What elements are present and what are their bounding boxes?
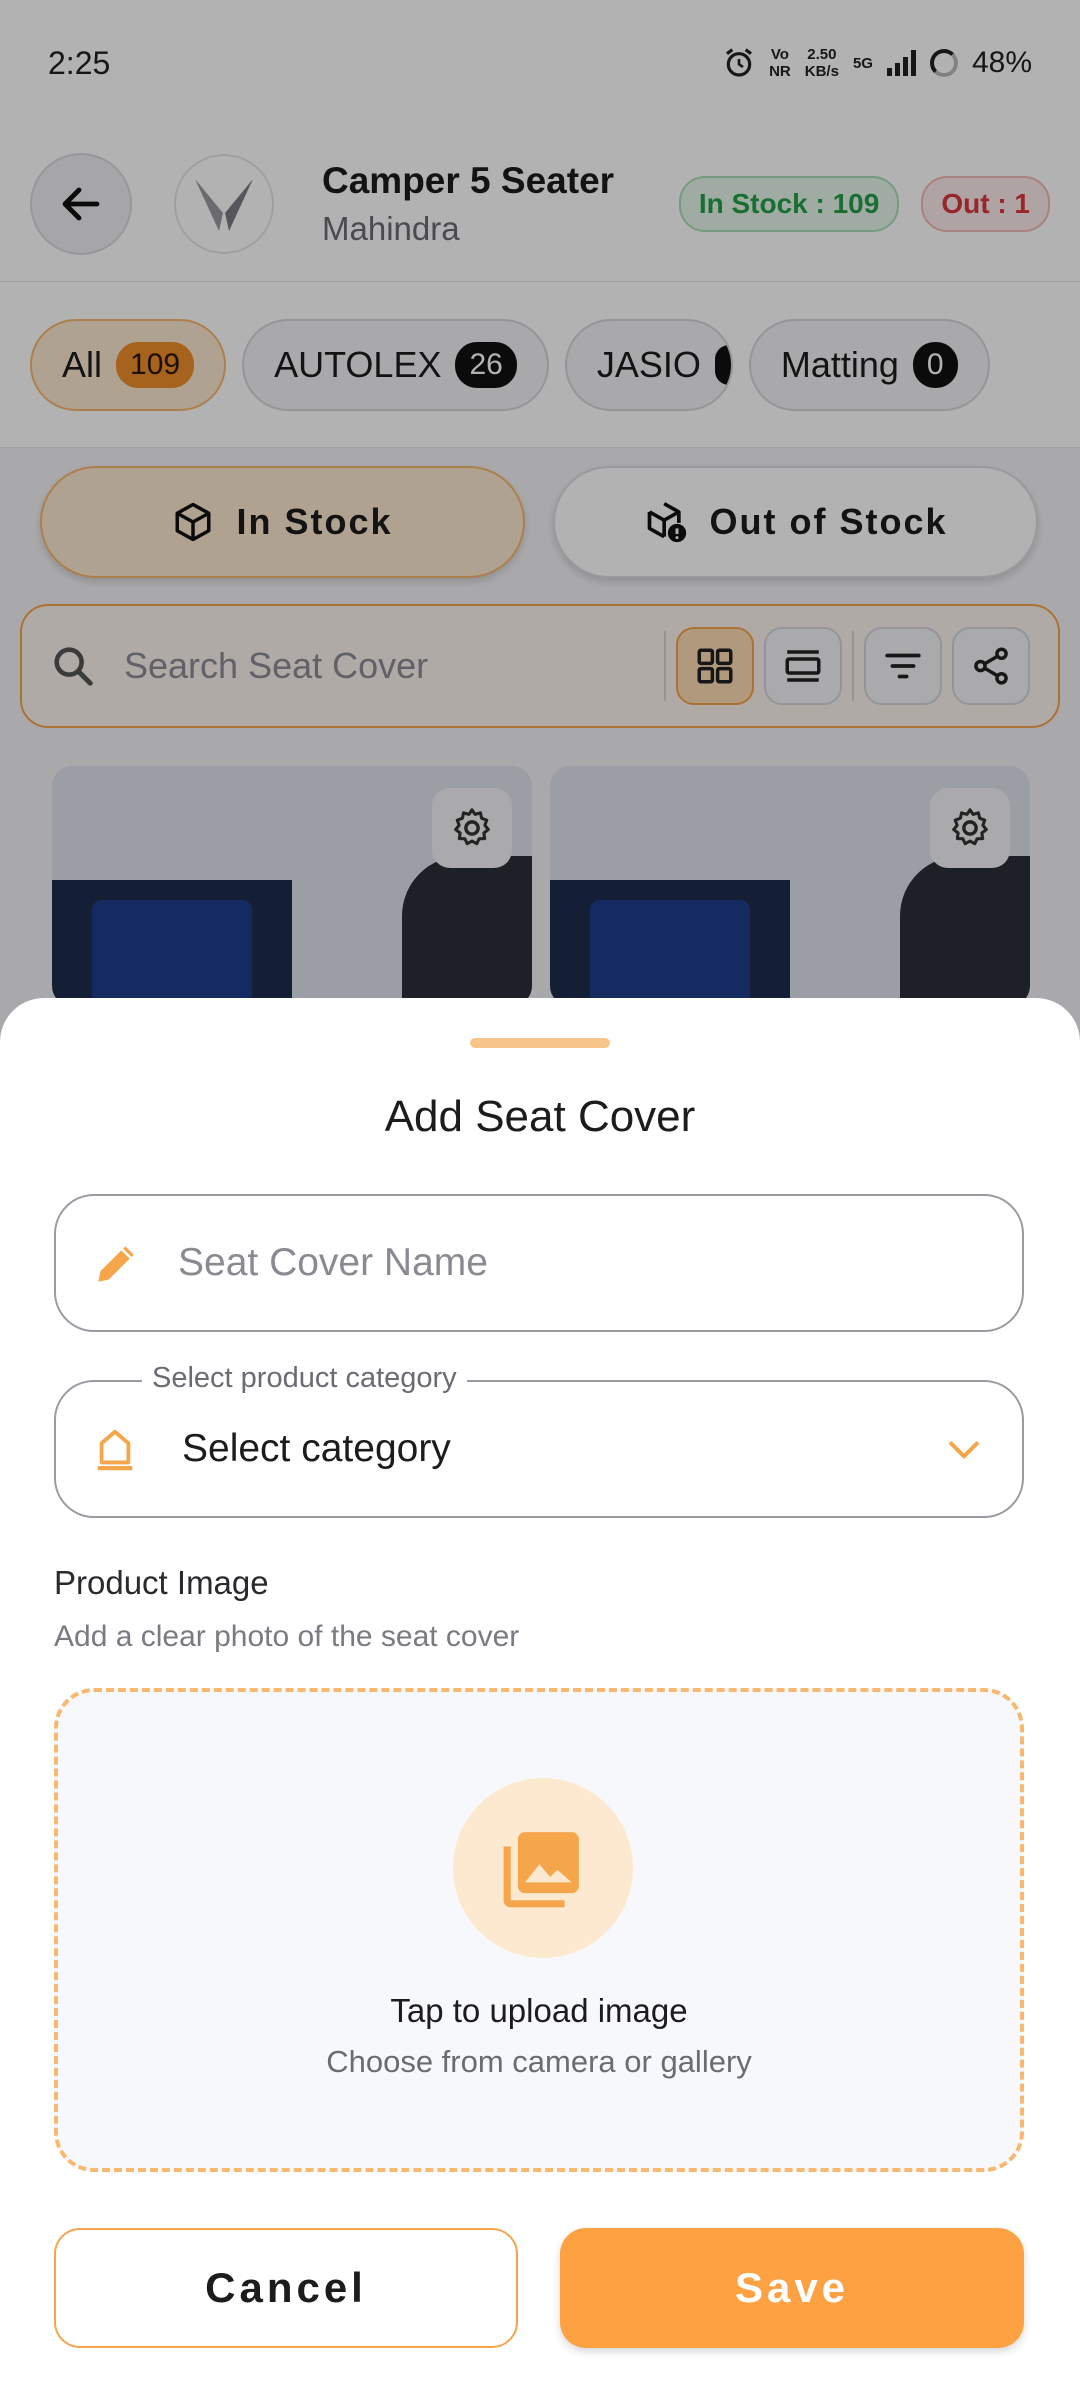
seat-cover-name-field[interactable]: Seat Cover Name: [54, 1194, 1024, 1332]
sheet-drag-handle[interactable]: [470, 1038, 610, 1048]
category-icon: [97, 1429, 133, 1471]
add-seat-cover-sheet: Add Seat Cover Seat Cover Name Select pr…: [0, 998, 1080, 2408]
chevron-down-icon: [949, 1441, 979, 1459]
cancel-button[interactable]: Cancel: [54, 2228, 518, 2348]
upload-subtitle: Choose from camera or gallery: [326, 2044, 752, 2079]
upload-title: Tap to upload image: [390, 1992, 688, 2029]
save-button[interactable]: Save: [560, 2228, 1024, 2348]
image-upload-area[interactable]: Tap to upload image Choose from camera o…: [54, 1688, 1024, 2172]
sheet-title: Add Seat Cover: [384, 1092, 696, 1141]
product-image-subtitle: Add a clear photo of the seat cover: [54, 1620, 520, 1653]
category-field-label: Select product category: [142, 1362, 467, 1395]
photo-library-icon: [503, 1832, 579, 1908]
seat-cover-name-input[interactable]: Seat Cover Name: [178, 1241, 488, 1285]
category-select-value: Select category: [182, 1427, 451, 1470]
product-image-title: Product Image: [54, 1564, 269, 1601]
upload-icon-circle: [453, 1778, 633, 1958]
category-select[interactable]: Select product category Select category: [54, 1362, 1024, 1518]
pencil-icon: [98, 1246, 134, 1282]
